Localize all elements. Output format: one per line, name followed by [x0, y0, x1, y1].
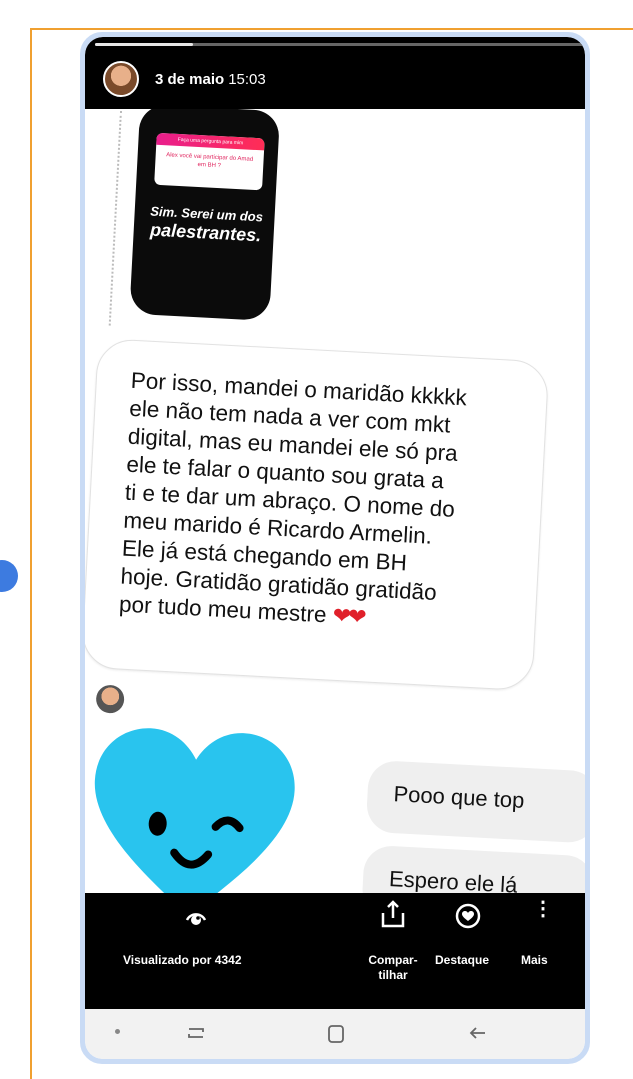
message-body: Por isso, mandei o maridão kkkkk ele não… [118, 367, 468, 628]
highlight-label[interactable]: Destaque [435, 953, 489, 967]
highlight-heart-icon[interactable] [455, 903, 481, 929]
heart-shape [94, 728, 295, 916]
story-date: 3 de maio [155, 71, 225, 88]
recent-apps-icon[interactable] [183, 1021, 209, 1045]
answer-line-2: palestrantes. [149, 219, 262, 246]
share-icon[interactable] [380, 899, 406, 929]
more-label[interactable]: Mais [521, 953, 548, 967]
back-button-icon[interactable] [465, 1021, 491, 1045]
tilted-chat: Faça uma pergunta para mim Alex você vai… [85, 103, 585, 935]
profile-avatar[interactable] [103, 61, 139, 97]
frame-border-left [30, 28, 32, 1079]
story-progress-fill [95, 43, 193, 46]
story-header: 3 de maio 15:03 [85, 37, 585, 109]
frame-border-top [30, 28, 633, 30]
story-progress-bar [95, 43, 583, 46]
nav-dot-icon [115, 1029, 120, 1034]
story-action-bar: Visualizado por 4342 Compar- tilhar Dest… [85, 893, 585, 1009]
message-text: Por isso, mandei o maridão kkkkk ele não… [118, 367, 519, 639]
viewers-count[interactable]: Visualizado por 4342 [123, 953, 242, 967]
shared-story-card[interactable]: Faça uma pergunta para mim Alex você vai… [129, 103, 281, 321]
home-button-icon[interactable] [325, 1023, 347, 1045]
reactor-avatar [95, 684, 125, 714]
android-nav-bar [85, 1009, 585, 1059]
sent-message-bubble[interactable]: Pooo que top [365, 759, 585, 844]
conversation-screenshot: Faça uma pergunta para mim Alex você vai… [85, 103, 585, 929]
story-timestamp: 3 de maio 15:03 [155, 71, 266, 88]
story-answer-text: Sim. Serei um dos palestrantes. [145, 202, 267, 246]
more-icon[interactable]: ⋮ [533, 899, 553, 919]
thread-line [108, 110, 122, 326]
phone-frame: Faça uma pergunta para mim Alex você vai… [80, 32, 590, 1064]
question-sticker-text: Alex você vai participar do Amad em BH ? [165, 152, 254, 170]
share-label[interactable]: Compar- tilhar [361, 953, 425, 983]
side-badge[interactable] [0, 560, 18, 592]
heart-emoji: ❤❤ [332, 602, 365, 630]
question-sticker: Faça uma pergunta para mim Alex você vai… [154, 132, 265, 191]
viewers-eye-icon[interactable] [185, 907, 207, 929]
story-screen: Faça uma pergunta para mim Alex você vai… [85, 37, 585, 1059]
story-time: 15:03 [228, 71, 266, 88]
received-message-bubble[interactable]: Por isso, mandei o maridão kkkkk ele não… [85, 337, 550, 692]
